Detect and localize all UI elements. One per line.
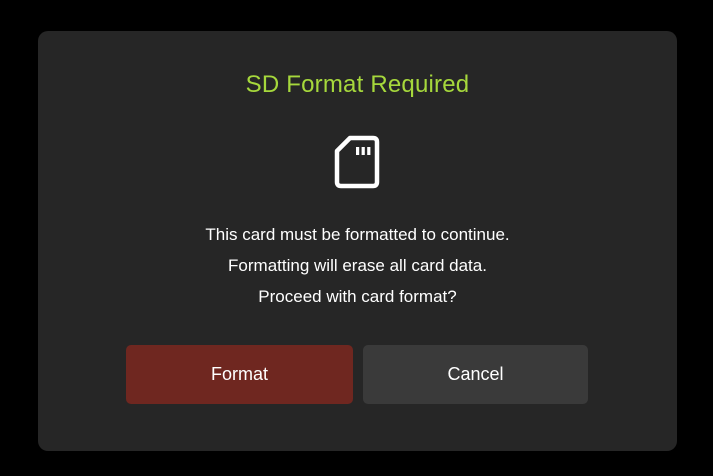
format-button[interactable]: Format — [126, 345, 353, 404]
cancel-button[interactable]: Cancel — [363, 345, 588, 404]
message-line: This card must be formatted to continue. — [205, 225, 510, 244]
message-line: Formatting will erase all card data. — [228, 256, 487, 275]
format-dialog: SD Format Required This card must be for… — [38, 31, 677, 451]
sd-card-icon — [334, 135, 380, 189]
dialog-message: This card must be formatted to continue.… — [38, 219, 677, 312]
screen: SD Format Required This card must be for… — [0, 0, 713, 476]
message-line: Proceed with card format? — [258, 287, 457, 306]
dialog-title: SD Format Required — [245, 71, 470, 98]
